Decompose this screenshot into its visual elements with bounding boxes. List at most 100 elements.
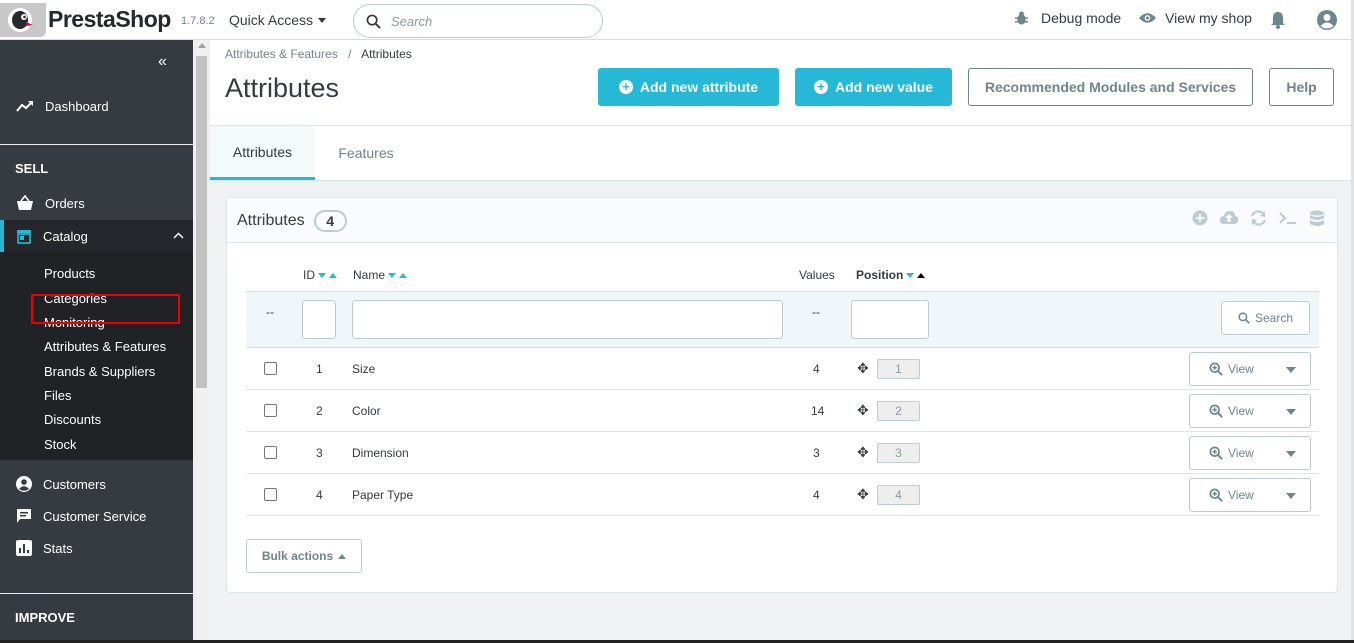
dropdown-caret-icon[interactable] bbox=[1286, 493, 1296, 499]
store-icon bbox=[17, 230, 31, 244]
cloud-upload-icon[interactable] bbox=[1219, 210, 1239, 226]
row-id: 3 bbox=[316, 446, 323, 460]
submenu-item-brands-suppliers[interactable]: Brands & Suppliers bbox=[44, 364, 155, 379]
dropdown-caret-icon[interactable] bbox=[1286, 409, 1296, 415]
submenu-item-attributes-features[interactable]: Attributes & Features bbox=[44, 339, 166, 354]
prestashop-logo[interactable] bbox=[0, 3, 46, 37]
refresh-icon[interactable] bbox=[1250, 210, 1267, 226]
sidebar-item-orders[interactable]: Orders bbox=[0, 187, 193, 219]
row-checkbox[interactable] bbox=[264, 446, 277, 459]
tab-features[interactable]: Features bbox=[321, 126, 411, 180]
caret-down-icon bbox=[318, 17, 327, 23]
filter-id-input[interactable] bbox=[302, 300, 336, 339]
zoom-in-icon bbox=[1209, 404, 1223, 418]
trending-up-icon bbox=[16, 101, 33, 112]
column-header-id[interactable]: ID bbox=[303, 268, 337, 282]
button-label: View bbox=[1228, 488, 1254, 502]
row-id: 4 bbox=[316, 488, 323, 502]
view-button[interactable]: View bbox=[1189, 436, 1311, 470]
row-position: 2 bbox=[877, 401, 920, 421]
drag-move-icon[interactable]: ✥ bbox=[857, 360, 869, 377]
recommended-modules-button[interactable]: Recommended Modules and Services bbox=[968, 68, 1253, 106]
scroll-up-arrow-icon[interactable] bbox=[198, 43, 206, 48]
sidebar-item-label: Catalog bbox=[43, 228, 88, 244]
bug-icon bbox=[1014, 11, 1029, 25]
add-new-value-button[interactable]: + Add new value bbox=[795, 68, 952, 106]
tab-attributes[interactable]: Attributes bbox=[210, 126, 315, 180]
view-button[interactable]: View bbox=[1189, 478, 1311, 512]
row-checkbox[interactable] bbox=[264, 404, 277, 417]
sidebar-item-customers[interactable]: Customers bbox=[0, 468, 193, 500]
dropdown-caret-icon[interactable] bbox=[1286, 367, 1296, 373]
sort-asc-icon[interactable] bbox=[329, 272, 337, 278]
sidebar-item-label: Dashboard bbox=[45, 98, 109, 114]
row-name[interactable]: Paper Type bbox=[352, 488, 413, 502]
submenu-item-discounts[interactable]: Discounts bbox=[44, 412, 101, 427]
bell-icon[interactable] bbox=[1270, 11, 1286, 29]
filter-position-input[interactable] bbox=[851, 300, 929, 339]
row-checkbox[interactable] bbox=[264, 488, 277, 501]
submenu-item-products[interactable]: Products bbox=[44, 266, 95, 281]
drag-move-icon[interactable]: ✥ bbox=[857, 444, 869, 461]
sidebar-scrollbar-thumb[interactable] bbox=[196, 56, 207, 388]
drag-move-icon[interactable]: ✥ bbox=[857, 402, 869, 419]
filter-search-button[interactable]: Search bbox=[1221, 301, 1310, 335]
row-name[interactable]: Dimension bbox=[352, 446, 409, 460]
sidebar-item-customer-service[interactable]: Customer Service bbox=[0, 500, 193, 532]
help-button[interactable]: Help bbox=[1269, 68, 1334, 106]
row-position: 1 bbox=[877, 359, 920, 379]
column-label: Position bbox=[856, 268, 904, 282]
sidebar-divider bbox=[0, 593, 193, 594]
sidebar-item-catalog[interactable]: Catalog bbox=[0, 220, 193, 252]
table-row[interactable]: 2 Color 14 ✥ 2 View bbox=[246, 390, 1319, 432]
view-my-shop-link[interactable]: View my shop bbox=[1138, 10, 1252, 26]
sort-asc-icon[interactable] bbox=[917, 272, 926, 278]
dropdown-caret-icon[interactable] bbox=[1286, 451, 1296, 457]
button-label: Bulk actions bbox=[261, 549, 334, 563]
quick-access-dropdown[interactable]: Quick Access bbox=[229, 12, 327, 28]
tab-bar: Attributes Features bbox=[210, 126, 1351, 181]
view-button[interactable]: View bbox=[1189, 352, 1311, 386]
add-new-attribute-button[interactable]: + Add new attribute bbox=[598, 68, 779, 106]
bulk-actions-button[interactable]: Bulk actions bbox=[246, 539, 362, 573]
card-toolbar bbox=[1192, 210, 1325, 228]
row-checkbox[interactable] bbox=[264, 362, 277, 375]
attributes-card: Attributes 4 ID Name Values Position -- … bbox=[226, 197, 1338, 593]
collapse-sidebar-icon[interactable]: « bbox=[158, 53, 167, 71]
sidebar-item-dashboard[interactable]: Dashboard bbox=[0, 86, 193, 126]
debug-mode-link[interactable]: Debug mode bbox=[1014, 10, 1121, 26]
drag-move-icon[interactable]: ✥ bbox=[857, 486, 869, 503]
breadcrumb-parent[interactable]: Attributes & Features bbox=[225, 47, 338, 61]
view-button[interactable]: View bbox=[1189, 394, 1311, 428]
sidebar-item-stats[interactable]: Stats bbox=[0, 532, 193, 564]
column-header-position[interactable]: Position bbox=[856, 268, 926, 282]
logo-text: PrestaShop bbox=[48, 6, 171, 32]
database-icon[interactable] bbox=[1309, 210, 1325, 228]
sort-asc-icon[interactable] bbox=[399, 272, 408, 278]
filter-dash: -- bbox=[266, 305, 274, 319]
terminal-icon[interactable] bbox=[1278, 210, 1298, 226]
filter-values-dash: -- bbox=[812, 305, 820, 319]
sort-desc-icon[interactable] bbox=[318, 272, 326, 278]
sort-desc-icon[interactable] bbox=[906, 272, 915, 278]
filter-name-input[interactable] bbox=[352, 300, 783, 339]
header-search[interactable] bbox=[353, 4, 603, 38]
row-values: 14 bbox=[811, 404, 825, 418]
row-name[interactable]: Size bbox=[352, 362, 375, 376]
sort-desc-icon[interactable] bbox=[388, 272, 397, 278]
add-circle-icon[interactable] bbox=[1192, 210, 1208, 226]
column-header-name[interactable]: Name bbox=[353, 268, 408, 282]
row-id: 2 bbox=[316, 404, 323, 418]
table-row[interactable]: 1 Size 4 ✥ 1 View bbox=[246, 348, 1319, 390]
row-name[interactable]: Color bbox=[352, 404, 381, 418]
user-account-icon[interactable] bbox=[1317, 10, 1337, 30]
puffin-logo-icon bbox=[8, 8, 33, 32]
card-title-label: Attributes bbox=[237, 212, 305, 229]
row-values: 3 bbox=[813, 446, 820, 460]
bar-chart-icon bbox=[16, 540, 32, 556]
table-row[interactable]: 3 Dimension 3 ✥ 3 View bbox=[246, 432, 1319, 474]
table-row[interactable]: 4 Paper Type 4 ✥ 4 View bbox=[246, 474, 1319, 516]
submenu-item-stock[interactable]: Stock bbox=[44, 437, 77, 452]
submenu-item-files[interactable]: Files bbox=[44, 388, 71, 403]
search-input[interactable] bbox=[391, 13, 581, 29]
